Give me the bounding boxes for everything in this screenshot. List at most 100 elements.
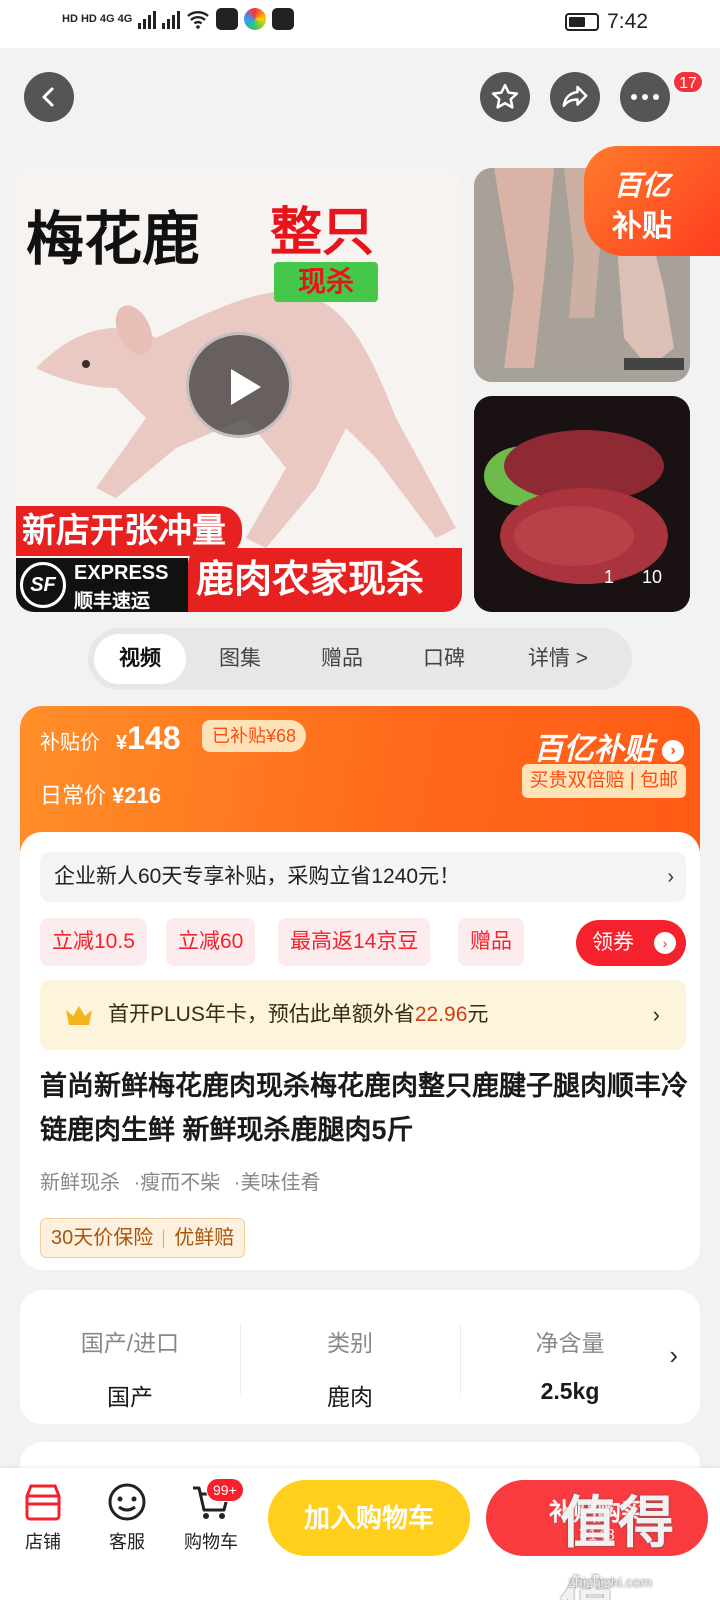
product-tag: 新鲜现杀 (40, 1172, 120, 1194)
more-icon (631, 94, 659, 100)
status-right: 7:42 (565, 10, 648, 34)
tab-gallery[interactable]: 图集 (192, 634, 288, 684)
app-notification-icon-2 (244, 8, 267, 30)
plus-text-suffix: 元 (467, 1003, 489, 1026)
tab-details[interactable]: 详情 > (498, 634, 618, 684)
billion-subsidy-badge-top: 百亿 (614, 170, 671, 201)
cart-label: 购物车 (184, 1532, 238, 1552)
promo-chip[interactable]: 立减10.5 (40, 918, 147, 966)
promo-chip[interactable]: 立减60 (166, 918, 256, 966)
spec-category: 类别 鹿肉 (240, 1290, 460, 1424)
gallery-counter-current: 1 (603, 567, 614, 587)
gallery-main-image[interactable]: 梅花鹿 整只 现杀 新店开张冲量 SF EXPRESS 顺丰速运 鹿肉农家现杀 (16, 168, 462, 612)
add-to-cart-button[interactable]: 加入购物车 (268, 1480, 470, 1556)
billion-subsidy-badge-bottom: 补贴 (612, 210, 672, 243)
subsidy-price: ¥148 (116, 720, 181, 757)
notification-badge: 17 (672, 70, 704, 94)
chevron-right-icon: › (662, 740, 684, 763)
sf-express-text: EXPRESS (74, 562, 169, 584)
promo-title: 梅花鹿 (26, 205, 201, 273)
promo-deer-label: 鹿肉农家现杀 (188, 548, 462, 612)
plus-savings-amount: 22.96 (414, 1003, 468, 1026)
sf-express-cn: 顺丰速运 (74, 591, 151, 612)
back-icon (42, 87, 54, 107)
shop-icon (25, 1484, 61, 1521)
play-video-button[interactable] (186, 332, 292, 438)
get-coupon-label: 领券 (592, 931, 634, 954)
gallery-counter-total: 10 (641, 567, 662, 587)
new-user-subsidy-banner[interactable]: 企业新人60天专享补贴，采购立省1240元！ › (40, 852, 686, 902)
gallery-counter: 1 10 (604, 567, 662, 588)
currency-symbol: ¥ (116, 732, 128, 754)
spec-key: 净含量 (535, 1330, 605, 1356)
spec-origin: 国产/进口 国产 (20, 1290, 240, 1424)
promo-chip[interactable]: 赠品 (458, 918, 524, 966)
watermark: 值得值 zhizhizhi.com (560, 1474, 720, 1600)
service-guarantee-badge[interactable]: 30天价保险 优鲜赔 (40, 1218, 246, 1258)
signal-icon (138, 9, 157, 29)
product-title: 首尚新鲜梅花鹿肉现杀梅花鹿肉整只鹿腱子腿肉顺丰冷链鹿肉生鲜 新鲜现杀鹿腿肉5斤 (40, 1071, 688, 1145)
get-coupon-button[interactable]: 领券 › (576, 920, 686, 966)
favorite-button[interactable] (480, 72, 530, 122)
chevron-right-icon: › (654, 932, 676, 954)
status-left: HD HD 4G 4G (62, 8, 295, 30)
subsidy-price-value: 148 (127, 720, 181, 756)
gallery-thumb-meat[interactable]: 1 10 (474, 396, 690, 612)
product-info-card: 企业新人60天专享补贴，采购立省1240元！ › 立减10.5 立减60 最高返… (20, 832, 700, 1270)
spec-key: 类别 (327, 1330, 373, 1356)
promo-whole-label: 整只 (270, 203, 375, 263)
battery-icon (565, 13, 600, 31)
share-button[interactable] (550, 72, 600, 122)
spec-value: 鹿肉 (327, 1384, 373, 1410)
spec-value: 2.5kg (540, 1378, 600, 1404)
spec-key: 国产/进口 (80, 1330, 180, 1356)
service-icon (108, 1483, 146, 1521)
more-button[interactable] (620, 72, 670, 122)
status-time: 7:42 (607, 10, 648, 33)
spec-value: 国产 (107, 1384, 153, 1410)
new-user-subsidy-text: 企业新人60天专享补贴，采购立省1240元！ (54, 865, 461, 888)
product-tags: 新鲜现杀 ·瘦而不柴 ·美味佳肴 (40, 1166, 328, 1195)
signal-icon-2 (162, 9, 181, 29)
promo-fresh-label: 现杀 (274, 262, 378, 302)
daily-price-label: 日常价 (40, 783, 107, 808)
billion-subsidy-link[interactable]: 百亿补贴 › (534, 724, 684, 768)
tab-video[interactable]: 视频 (94, 634, 186, 684)
back-button[interactable] (24, 72, 74, 122)
fresh-compensation-label: 优鲜赔 (174, 1227, 235, 1249)
spec-card[interactable]: 国产/进口 国产 类别 鹿肉 净含量 2.5kg › (20, 1290, 700, 1424)
tab-gifts[interactable]: 赠品 (294, 634, 390, 684)
watermark-url: zhizhizhi.com (568, 1574, 653, 1590)
customer-service-button[interactable]: 客服 (92, 1482, 162, 1554)
subsidy-price-label: 补贴价 (40, 732, 100, 754)
daily-price-value: ¥216 (112, 783, 161, 808)
product-tag: ·美味佳肴 (233, 1172, 321, 1194)
product-tag: ·瘦而不柴 (133, 1172, 221, 1194)
promo-chip[interactable]: 最高返14京豆 (278, 918, 431, 966)
subsidized-amount-badge: 已补贴¥68 (202, 720, 307, 752)
sf-logo: SF (20, 562, 66, 608)
app-notification-icon (216, 8, 239, 30)
star-icon (491, 83, 519, 109)
app-notification-icon-3 (272, 8, 295, 30)
chevron-right-icon: › (667, 866, 674, 888)
crown-icon (66, 1006, 92, 1025)
daily-price: 日常价 ¥216 (40, 778, 161, 810)
billion-subsidy-badge: 百亿 补贴 (584, 146, 720, 256)
billion-subsidy-brand: 百亿补贴 (533, 733, 654, 766)
price-protection-label: 30天价保险 (51, 1227, 154, 1249)
status-network-label: HD HD 4G 4G (62, 13, 133, 25)
plus-membership-banner[interactable]: 首开PLUS年卡，预估此单额外省22.96元 › (40, 980, 686, 1050)
guarantee-badge[interactable]: 买贵双倍赔 | 包邮 (521, 764, 686, 798)
sf-express-logo: SF EXPRESS 顺丰速运 (16, 558, 188, 612)
status-bar: HD HD 4G 4G 7:42 (0, 0, 720, 48)
chevron-right-icon: › (669, 1340, 678, 1370)
media-tabs: 视频 图集 赠品 口碑 详情 > (88, 628, 632, 690)
share-icon (562, 85, 588, 107)
wifi-icon (187, 11, 210, 29)
plus-text-prefix: 首开PLUS年卡，预估此单额外省 (108, 1003, 415, 1026)
spec-net-weight: 净含量 2.5kg (460, 1290, 680, 1424)
tab-reviews[interactable]: 口碑 (396, 634, 492, 684)
shop-button[interactable]: 店铺 (8, 1482, 78, 1554)
chevron-right-icon: › (652, 1002, 660, 1027)
